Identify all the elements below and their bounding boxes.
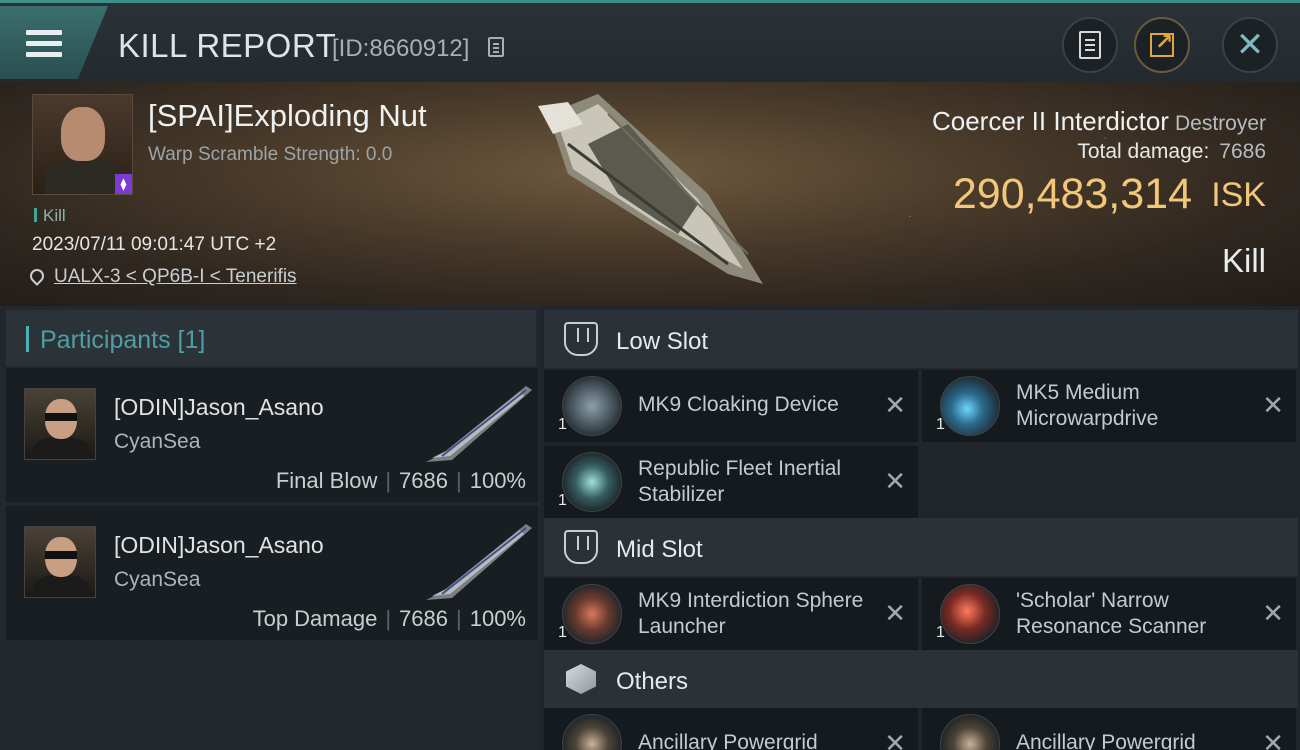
victim-banner: ⧫ [SPAI]Exploding Nut Warp Scramble Stre… xyxy=(0,82,1300,306)
module-name: Ancillary Powergrid xyxy=(1016,731,1196,750)
destroyed-x-icon: ✕ xyxy=(884,466,906,496)
participant-avatar[interactable] xyxy=(24,526,96,598)
low-slot-icon xyxy=(564,322,598,356)
menu-button[interactable] xyxy=(0,6,108,79)
participant-damage: 7686 xyxy=(399,606,448,631)
module-name: MK5 Medium Microwarpdrive xyxy=(1016,381,1159,430)
victim-ship-image xyxy=(538,94,763,284)
module-quantity: 1 xyxy=(936,624,945,641)
participant-damage: 7686 xyxy=(399,468,448,493)
resonance-scanner-icon xyxy=(940,584,1000,644)
others-header: Others xyxy=(544,650,1298,708)
destroyed-x-icon: ✕ xyxy=(1262,390,1284,420)
module-name: 'Scholar' Narrow Resonance Scanner xyxy=(1016,589,1207,638)
powergrid-icon xyxy=(940,714,1000,750)
participant-row[interactable]: [ODIN]Jason_Asano CyanSea Top Damage | 768… xyxy=(6,506,538,640)
victim-ship-name: Coercer II Interdictor Destroyer xyxy=(931,106,1266,136)
module-item[interactable]: Ancillary Powergrid ✕ xyxy=(922,708,1296,750)
module-quantity: 1 xyxy=(558,492,567,509)
low-slot-title: Low Slot xyxy=(616,328,709,355)
microwarpdrive-icon xyxy=(940,376,1000,436)
participant-percent: 100% xyxy=(469,606,526,631)
participant-percent: 100% xyxy=(469,468,526,493)
victim-ship-class: Destroyer xyxy=(1174,112,1266,135)
module-item[interactable]: 1 MK5 Medium Microwarpdrive ✕ xyxy=(922,370,1296,442)
copy-icon[interactable] xyxy=(488,37,504,57)
module-quantity: 1 xyxy=(558,624,567,641)
module-quantity: 1 xyxy=(936,416,945,433)
participant-ship-icon[interactable] xyxy=(422,516,534,604)
powergrid-icon xyxy=(562,714,622,750)
module-name: Republic Fleet Inertial Stabilizer xyxy=(638,457,842,506)
close-icon: ✕ xyxy=(1235,26,1265,64)
fitting-panel: Low Slot 1 MK9 Cloaking Device ✕ 1 MK5 M… xyxy=(540,306,1300,750)
notes-icon xyxy=(1079,31,1101,59)
mid-slot-title: Mid Slot xyxy=(616,536,703,563)
participant-stats: Top Damage | 7686 | 100% xyxy=(252,606,526,631)
module-name: MK9 Interdiction Sphere Launcher xyxy=(638,589,864,638)
close-button[interactable]: ✕ xyxy=(1222,17,1278,73)
location-link[interactable]: UALX-3 < QP6B-I < Tenerifis xyxy=(54,266,297,287)
module-quantity: 1 xyxy=(558,416,567,433)
faction-badge-icon: ⧫ xyxy=(115,174,132,194)
report-id: [ID:8660912] xyxy=(332,35,470,62)
menu-icon xyxy=(26,30,62,58)
participant-role: Top Damage xyxy=(252,606,378,631)
destroyed-x-icon: ✕ xyxy=(884,728,906,750)
kill-datetime: 2023/07/11 09:01:47 UTC +2 xyxy=(32,234,277,255)
module-item[interactable]: 1 MK9 Cloaking Device ✕ xyxy=(544,370,918,442)
victim-portrait[interactable]: ⧫ xyxy=(32,94,133,195)
participant-ship-icon[interactable] xyxy=(422,378,534,466)
participant-corp: CyanSea xyxy=(114,568,201,591)
kill-result: Kill xyxy=(1221,242,1266,279)
kill-location[interactable]: UALX-3 < QP6B-I < Tenerifis xyxy=(27,266,297,288)
share-icon xyxy=(1150,29,1174,57)
participants-panel: Participants [1] [ODIN]Jason_Asano CyanS… xyxy=(0,306,540,750)
page-title: KILL REPORT xyxy=(118,27,337,64)
destroyed-x-icon: ✕ xyxy=(1262,598,1284,628)
total-damage: Total damage: 7686 xyxy=(1077,140,1266,163)
participant-role: Final Blow xyxy=(275,468,378,493)
module-item[interactable]: 1 Republic Fleet Inertial Stabilizer ✕ xyxy=(544,446,918,518)
participant-stats: Final Blow | 7686 | 100% xyxy=(275,468,526,493)
others-title: Others xyxy=(616,668,689,695)
notes-button[interactable] xyxy=(1062,17,1118,73)
module-name: MK9 Cloaking Device xyxy=(638,393,839,416)
module-item[interactable]: 1 'Scholar' Narrow Resonance Scanner ✕ xyxy=(922,578,1296,650)
module-item[interactable]: 1 MK9 Interdiction Sphere Launcher ✕ xyxy=(544,578,918,650)
cube-icon xyxy=(566,664,596,694)
participant-row[interactable]: [ODIN]Jason_Asano CyanSea Final Blow | 768… xyxy=(6,368,538,502)
participant-avatar[interactable] xyxy=(24,388,96,460)
share-button[interactable] xyxy=(1134,17,1190,73)
participant-name[interactable]: [ODIN]Jason_Asano xyxy=(114,532,324,559)
header-bar: KILL REPORT [ID:8660912] ✕ xyxy=(0,0,1300,82)
total-damage-value: 7686 xyxy=(1219,140,1266,163)
destroyed-x-icon: ✕ xyxy=(1262,728,1284,750)
mid-slot-icon xyxy=(564,530,598,564)
location-pin-icon xyxy=(27,266,47,286)
destroyed-x-icon: ✕ xyxy=(884,598,906,628)
participants-title: Participants [1] xyxy=(40,326,206,354)
participants-header: Participants [1] xyxy=(6,310,536,366)
module-item[interactable]: Ancillary Powergrid ✕ xyxy=(544,708,918,750)
participant-corp: CyanSea xyxy=(114,430,201,453)
isk-value: 290,483,314 xyxy=(952,170,1192,218)
warp-scramble-strength: Warp Scramble Strength: 0.0 xyxy=(148,144,393,165)
victim-name[interactable]: [SPAI]Exploding Nut xyxy=(148,98,427,134)
destroyed-x-icon: ✕ xyxy=(884,390,906,420)
participant-name[interactable]: [ODIN]Jason_Asano xyxy=(114,394,324,421)
interdiction-launcher-icon xyxy=(562,584,622,644)
inertial-stabilizer-icon xyxy=(562,452,622,512)
kill-tag: Kill xyxy=(34,206,66,226)
cloaking-device-icon xyxy=(562,376,622,436)
module-name: Ancillary Powergrid xyxy=(638,731,818,750)
mid-slot-header: Mid Slot xyxy=(544,518,1298,576)
low-slot-header: Low Slot xyxy=(544,310,1298,368)
isk-label: ISK xyxy=(1211,176,1266,214)
